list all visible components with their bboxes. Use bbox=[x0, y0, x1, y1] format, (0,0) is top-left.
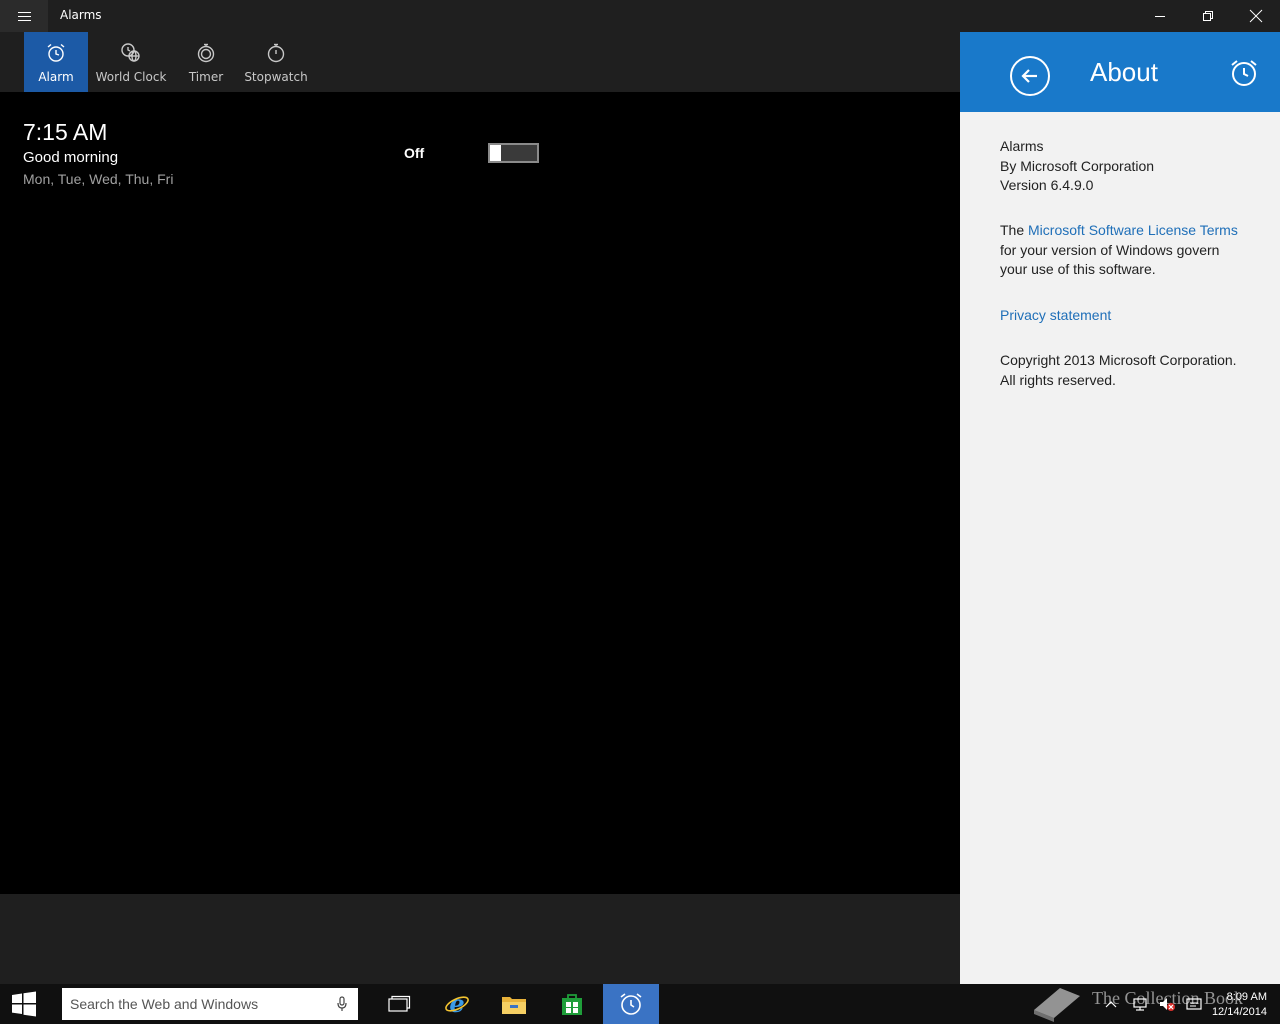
alarm-name: Good morning bbox=[23, 149, 119, 166]
alarm-clock-icon bbox=[620, 993, 642, 1015]
tab-stopwatch[interactable]: Stopwatch bbox=[244, 32, 308, 92]
clock-date: 12/14/2014 bbox=[1211, 1006, 1267, 1018]
svg-text:e: e bbox=[449, 991, 464, 1017]
tab-label: Stopwatch bbox=[244, 70, 308, 84]
back-button[interactable] bbox=[1010, 56, 1050, 96]
alarm-time: 7:15 AM bbox=[23, 119, 108, 145]
publisher: By Microsoft Corporation bbox=[1000, 157, 1155, 174]
app-bar bbox=[0, 894, 960, 984]
timer-icon bbox=[197, 43, 215, 63]
task-view-icon bbox=[388, 995, 411, 1012]
alarm-app-icon bbox=[1228, 57, 1260, 89]
about-flyout: About Alarms By Microsoft Corporation Ve… bbox=[960, 32, 1280, 984]
windows-logo-icon bbox=[12, 991, 36, 1017]
world-clock-icon bbox=[121, 43, 140, 62]
toggle-knob bbox=[490, 145, 501, 161]
tab-timer[interactable]: Timer bbox=[180, 32, 232, 92]
back-arrow-icon bbox=[1021, 69, 1037, 83]
alarm-days: Mon, Tue, Wed, Thu, Fri bbox=[23, 171, 174, 187]
app-info: Alarms By Microsoft Corporation Version … bbox=[1000, 137, 1250, 196]
alarm-list: 7:15 AM Good morning Mon, Tue, Wed, Thu,… bbox=[0, 92, 960, 894]
license-text: The Microsoft Software License Terms for… bbox=[1000, 221, 1250, 280]
alarms-app-button[interactable] bbox=[603, 984, 659, 1024]
store-button[interactable] bbox=[545, 984, 599, 1024]
license-post: for your version of Windows govern your … bbox=[1000, 241, 1220, 278]
alarm-toggle-label: Off bbox=[404, 145, 425, 161]
alarm-toggle-switch[interactable] bbox=[488, 143, 539, 163]
tab-world-clock[interactable]: World Clock bbox=[94, 32, 168, 92]
store-icon bbox=[562, 994, 582, 1015]
minimize-button[interactable] bbox=[1136, 0, 1184, 32]
taskbar-clock[interactable]: 8:09 AM 12/14/2014 bbox=[1207, 990, 1267, 1020]
menu-icon bbox=[17, 15, 31, 17]
alarm-clock-icon bbox=[47, 43, 65, 62]
network-icon[interactable] bbox=[1132, 996, 1148, 1012]
chevron-up-icon[interactable] bbox=[1104, 999, 1118, 1009]
flyout-header: About bbox=[960, 32, 1280, 112]
restore-button[interactable] bbox=[1184, 0, 1232, 32]
task-view-button[interactable] bbox=[372, 984, 426, 1024]
minimize-icon bbox=[1155, 16, 1165, 17]
file-explorer-button[interactable] bbox=[487, 984, 541, 1024]
system-tray bbox=[1104, 984, 1202, 1024]
volume-muted-icon[interactable] bbox=[1158, 996, 1176, 1012]
copyright: Copyright 2013 Microsoft Corporation. Al… bbox=[1000, 352, 1237, 388]
hamburger-menu-button[interactable] bbox=[0, 0, 48, 32]
microphone-icon[interactable] bbox=[336, 996, 348, 1012]
tab-bar: Alarm World Clock Timer Stopwatch bbox=[0, 32, 960, 92]
license-terms-link[interactable]: Microsoft Software License Terms bbox=[1028, 222, 1238, 238]
version: Version 6.4.9.0 bbox=[1000, 177, 1094, 193]
folder-icon bbox=[502, 997, 526, 1014]
taskbar: e The Collection Book bbox=[0, 984, 1280, 1024]
search-input[interactable] bbox=[62, 988, 322, 1020]
close-icon bbox=[1249, 9, 1263, 23]
tab-alarm[interactable]: Alarm bbox=[24, 32, 88, 92]
start-button[interactable] bbox=[0, 984, 48, 1024]
window-title: Alarms bbox=[60, 8, 102, 22]
title-bar: Alarms bbox=[0, 0, 1280, 32]
internet-explorer-button[interactable]: e bbox=[430, 984, 484, 1024]
tab-label: Timer bbox=[188, 70, 224, 84]
notifications-icon[interactable] bbox=[1186, 997, 1202, 1011]
flyout-title: About bbox=[1090, 57, 1158, 87]
restore-icon bbox=[1203, 11, 1213, 21]
tab-label: Alarm bbox=[38, 70, 74, 84]
tab-label: World Clock bbox=[95, 70, 167, 84]
clock-time: 8:09 AM bbox=[1226, 991, 1267, 1003]
stopwatch-icon bbox=[267, 43, 285, 63]
internet-explorer-icon: e bbox=[445, 991, 469, 1017]
search-box[interactable] bbox=[62, 988, 358, 1020]
license-pre: The bbox=[1000, 222, 1029, 238]
book-icon bbox=[1034, 988, 1080, 1022]
privacy-statement-link[interactable]: Privacy statement bbox=[1000, 306, 1250, 326]
close-button[interactable] bbox=[1232, 0, 1280, 32]
app-name: Alarms bbox=[1000, 138, 1044, 154]
